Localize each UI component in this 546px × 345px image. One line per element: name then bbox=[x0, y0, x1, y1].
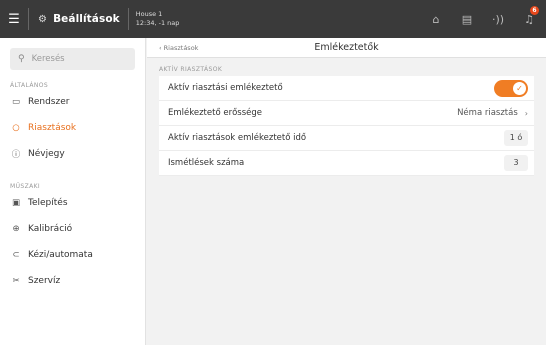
alert-ring-icon: ○ bbox=[12, 123, 20, 133]
repeat-count-field[interactable]: 3 bbox=[504, 155, 528, 171]
main-header: ‹ Riasztások Emlékeztetők bbox=[147, 38, 546, 58]
section-label-technical: MŰSZAKI bbox=[10, 183, 41, 190]
gear-icon: ⚙ bbox=[38, 13, 48, 25]
setting-row-reminder-strength[interactable]: Emlékeztető erőssége Néma riasztás › bbox=[159, 101, 534, 126]
setting-value: Néma riasztás › bbox=[457, 108, 528, 118]
sidebar-item-label: Kézi/automata bbox=[28, 250, 93, 260]
setting-label: Emlékeztető erőssége bbox=[168, 108, 262, 118]
house-info[interactable]: House 1 12:34, -1 nap bbox=[129, 10, 180, 28]
check-icon: ✓ bbox=[513, 81, 526, 95]
signal-icon[interactable]: ·)) bbox=[487, 9, 509, 29]
sidebar-item-nevjegy[interactable]: ⓘ Névjegy bbox=[0, 141, 145, 167]
sidebar-item-label: Rendszer bbox=[28, 97, 70, 107]
setting-row-reminder-time[interactable]: Aktív riasztások emlékeztető idő 1 ó bbox=[159, 126, 534, 151]
setting-row-repeat-count[interactable]: Ismétlések száma 3 bbox=[159, 151, 534, 176]
search-icon: ⚲ bbox=[18, 54, 25, 64]
chevron-right-icon: › bbox=[524, 108, 528, 118]
settings-panel: AKTÍV RIASZTÁSOK Aktív riasztási emlékez… bbox=[159, 66, 534, 176]
setting-row-reminder-toggle[interactable]: Aktív riasztási emlékeztető ✓ bbox=[159, 76, 534, 101]
page-title: Emlékeztetők bbox=[314, 42, 379, 53]
search-input[interactable]: ⚲ Keresés bbox=[10, 48, 135, 70]
install-icon: ▣ bbox=[11, 198, 21, 208]
sidebar-item-label: Kalibráció bbox=[28, 224, 73, 234]
tools-icon: ✂ bbox=[12, 276, 20, 286]
sidebar-item-telepites[interactable]: ▣ Telepítés bbox=[0, 190, 145, 216]
topbar-icons: ⌂ ▤ ·)) ♫ 6 bbox=[416, 0, 540, 38]
sidebar-item-label: Névjegy bbox=[28, 149, 65, 159]
sidebar: ⚲ Keresés ÁLTALÁNOS ▭ Rendszer ○ Riasztá… bbox=[0, 38, 146, 345]
home-icon[interactable]: ⌂ bbox=[425, 9, 447, 29]
sidebar-item-szerviz[interactable]: ✂ Szervíz bbox=[0, 268, 145, 294]
search-placeholder: Keresés bbox=[31, 54, 65, 64]
setting-label: Aktív riasztási emlékeztető bbox=[168, 83, 283, 93]
sidebar-item-label: Riasztások bbox=[28, 123, 77, 133]
app-title: ⚙ Beállítások bbox=[29, 13, 128, 25]
notification-badge: 6 bbox=[530, 6, 539, 15]
house-time: 12:34, -1 nap bbox=[135, 19, 180, 27]
sidebar-item-riasztasok[interactable]: ○ Riasztások bbox=[0, 115, 145, 141]
setting-label: Ismétlések száma bbox=[168, 158, 245, 168]
document-icon[interactable]: ▤ bbox=[456, 9, 478, 29]
sidebar-item-kezi-automata[interactable]: ⊂ Kézi/automata bbox=[0, 242, 145, 268]
section-label-general: ÁLTALÁNOS bbox=[10, 82, 49, 89]
reminder-time-field[interactable]: 1 ó bbox=[504, 130, 528, 146]
info-icon: ⓘ bbox=[11, 150, 21, 160]
toggle-icon: ⊂ bbox=[12, 250, 20, 260]
top-bar: ☰ ⚙ Beállítások House 1 12:34, -1 nap ⌂ … bbox=[0, 0, 546, 38]
calibrate-icon: ⊕ bbox=[12, 224, 20, 234]
main-content: ‹ Riasztások Emlékeztetők AKTÍV RIASZTÁS… bbox=[147, 38, 546, 345]
group-label: AKTÍV RIASZTÁSOK bbox=[159, 66, 223, 73]
bell-icon[interactable]: ♫ 6 bbox=[518, 6, 540, 29]
back-button[interactable]: ‹ Riasztások bbox=[159, 38, 198, 58]
setting-value-text: Néma riasztás bbox=[457, 108, 518, 118]
sidebar-item-label: Telepítés bbox=[28, 198, 68, 208]
hamburger-icon[interactable]: ☰ bbox=[0, 0, 28, 38]
app-title-label: Beállítások bbox=[53, 13, 120, 25]
sidebar-item-rendszer[interactable]: ▭ Rendszer bbox=[0, 89, 145, 115]
house-name: House 1 bbox=[135, 10, 163, 18]
setting-label: Aktív riasztások emlékeztető idő bbox=[168, 133, 307, 143]
sidebar-item-kalibracio[interactable]: ⊕ Kalibráció bbox=[0, 216, 145, 242]
display-icon: ▭ bbox=[11, 97, 21, 107]
reminder-toggle[interactable]: ✓ bbox=[494, 79, 528, 97]
sidebar-item-label: Szervíz bbox=[28, 276, 61, 286]
